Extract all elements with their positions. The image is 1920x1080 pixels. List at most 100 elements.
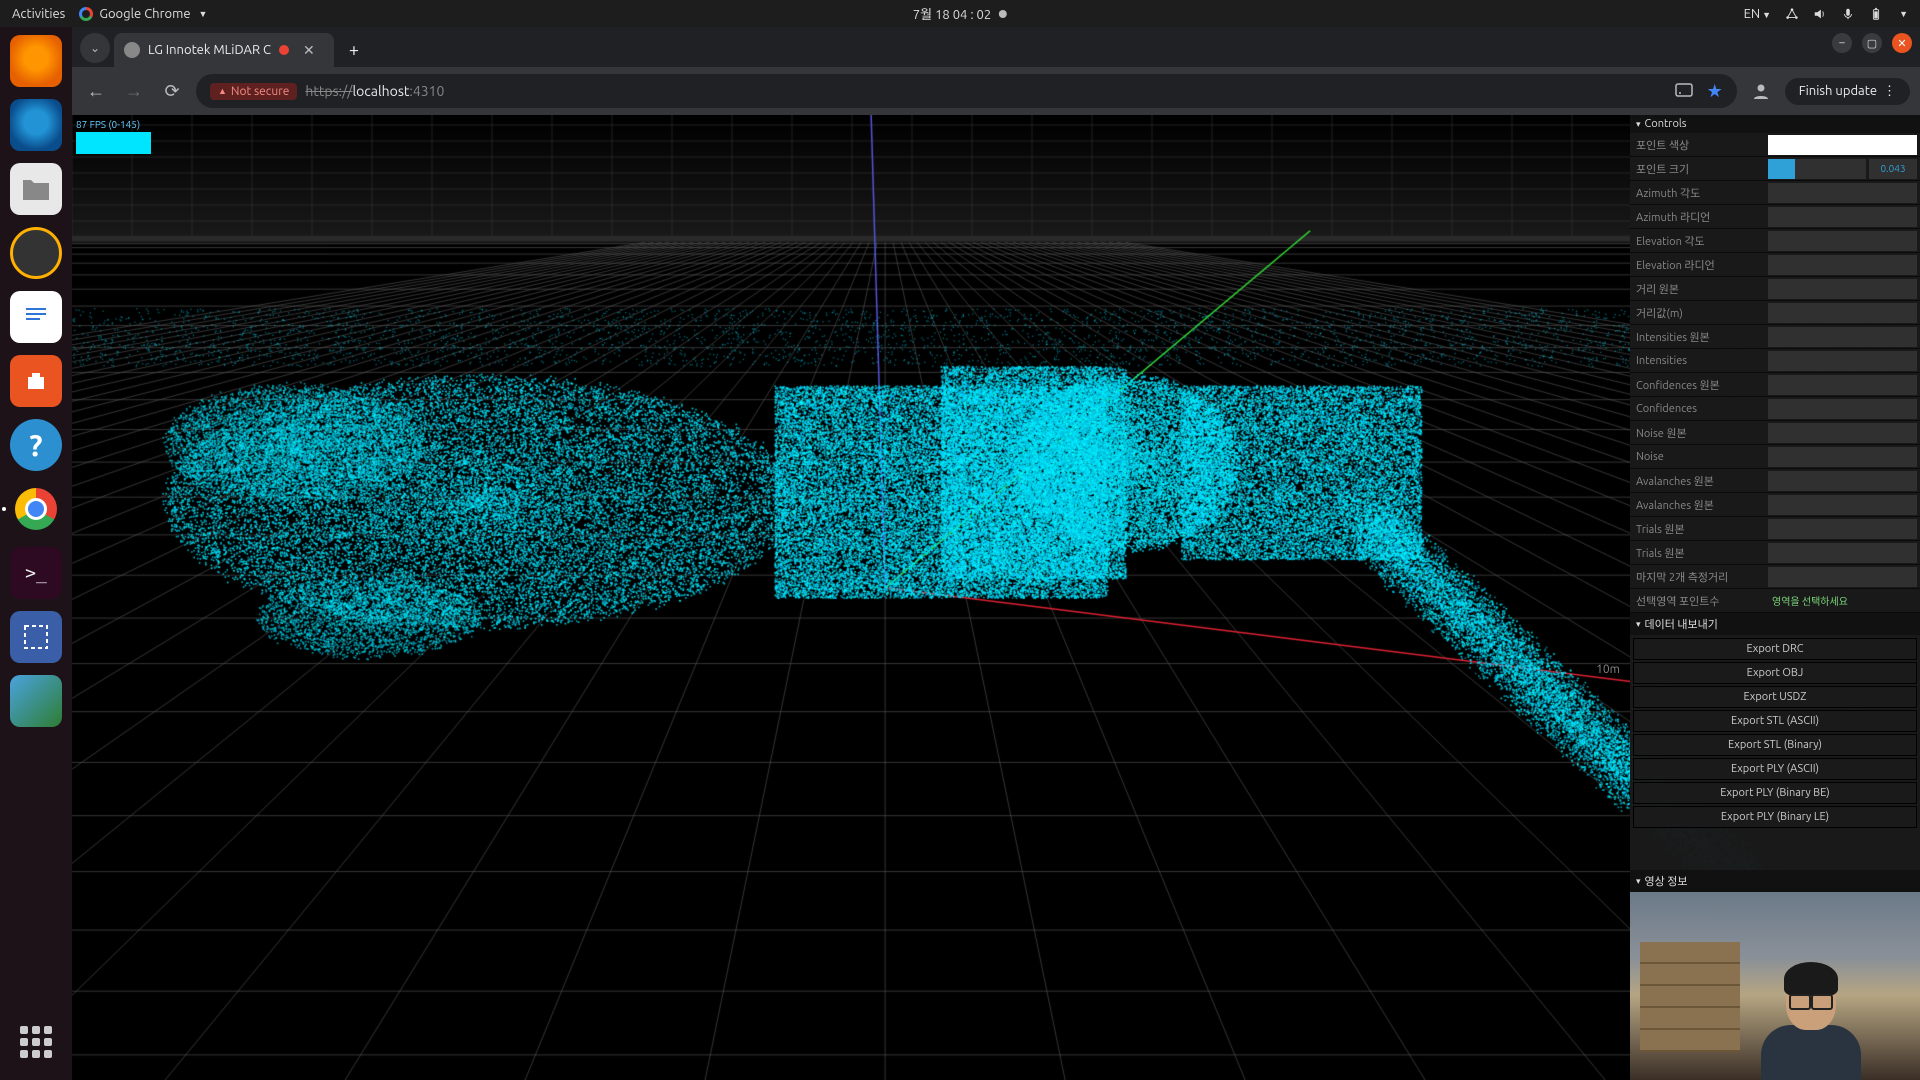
forward-button[interactable]: → (120, 77, 148, 105)
export-button[interactable]: Export USDZ (1633, 686, 1917, 708)
bookmark-star-icon[interactable]: ★ (1707, 81, 1723, 102)
controls-header[interactable]: Controls (1630, 115, 1920, 133)
network-icon[interactable] (1785, 7, 1799, 21)
control-row: Elevation 라디언 (1630, 253, 1920, 277)
control-row: Confidences 원본 (1630, 373, 1920, 397)
dock-terminal[interactable]: >_ (10, 547, 62, 599)
back-button[interactable]: ← (82, 77, 110, 105)
control-row: Avalanches 원본 (1630, 493, 1920, 517)
battery-icon[interactable] (1869, 7, 1883, 21)
window-maximize-button[interactable]: ▢ (1862, 33, 1882, 53)
gnome-top-bar: Activities Google Chrome ▼ 7월 18 04 : 02… (0, 0, 1920, 27)
app-indicator[interactable]: Google Chrome ▼ (79, 7, 207, 21)
fps-overlay: 87 FPS (0-145) (76, 119, 151, 154)
chrome-icon (79, 7, 93, 21)
fps-text: 87 FPS (0-145) (76, 119, 151, 130)
control-row: Trials 원본 (1630, 541, 1920, 565)
webcam-panel: 영상 정보 (1630, 870, 1920, 1080)
finish-update-button[interactable]: Finish update⋮ (1785, 78, 1910, 105)
dock-thunderbird[interactable] (10, 99, 62, 151)
dock-libreoffice[interactable] (10, 291, 62, 343)
control-row-color[interactable]: 포인트 색상 (1630, 133, 1920, 157)
control-row: 거리값(m) (1630, 301, 1920, 325)
control-label: 포인트 크기 (1630, 161, 1765, 177)
control-label: Noise 원본 (1630, 425, 1765, 441)
control-row: Intensities (1630, 349, 1920, 373)
fps-graph (76, 132, 151, 154)
export-button[interactable]: Export OBJ (1633, 662, 1917, 684)
browser-toolbar: ← → ⟳ Not secure https://localhost:4310 … (72, 67, 1920, 115)
control-label: Trials 원본 (1630, 545, 1765, 561)
dock-files[interactable] (10, 163, 62, 215)
dock: ? >_ (0, 27, 72, 1080)
profile-button[interactable] (1747, 77, 1775, 105)
control-label: 거리 원본 (1630, 281, 1765, 297)
control-row-last-dist: 마지막 2개 측정거리 (1630, 565, 1920, 589)
control-label: 포인트 색상 (1630, 137, 1765, 153)
chrome-window: ⌄ LG Innotek MLiDAR C ✕ + – ▢ ✕ ← → ⟳ No… (72, 27, 1920, 1080)
control-row: Azimuth 각도 (1630, 181, 1920, 205)
screencast-icon[interactable] (1675, 83, 1693, 100)
dock-image-viewer[interactable] (10, 675, 62, 727)
webcam-header[interactable]: 영상 정보 (1630, 870, 1920, 892)
chevron-down-icon: ▼ (199, 9, 208, 19)
tab-close-button[interactable]: ✕ (303, 42, 315, 59)
control-label: Elevation 각도 (1630, 233, 1765, 249)
dock-chrome[interactable] (10, 483, 62, 535)
clock-label[interactable]: 7월 18 04 : 02 (913, 4, 991, 23)
control-label: Noise (1630, 451, 1765, 463)
dock-firefox[interactable] (10, 35, 62, 87)
new-tab-button[interactable]: + (340, 36, 368, 64)
control-row-point-size[interactable]: 포인트 크기 0.043 (1630, 157, 1920, 181)
control-label: Intensities 원본 (1630, 329, 1765, 345)
lidar-viewport[interactable]: 87 FPS (0-145) 10m Controls 포인트 색상 포인트 크… (72, 115, 1920, 1080)
export-button[interactable]: Export PLY (Binary LE) (1633, 806, 1917, 828)
control-label: Elevation 라디언 (1630, 257, 1765, 273)
dock-software[interactable] (10, 355, 62, 407)
system-menu-chevron-icon[interactable]: ▼ (1899, 9, 1908, 19)
dock-screenshot[interactable] (10, 611, 62, 663)
tab-title-label: LG Innotek MLiDAR C (148, 43, 271, 57)
control-label: 거리값(m) (1630, 305, 1765, 321)
apps-grid-button[interactable] (16, 1022, 56, 1062)
control-label: Confidences 원본 (1630, 377, 1765, 393)
browser-tab[interactable]: LG Innotek MLiDAR C ✕ (114, 33, 334, 67)
recording-indicator-icon (279, 45, 289, 55)
window-close-button[interactable]: ✕ (1892, 33, 1912, 53)
url-text: https://localhost:4310 (305, 83, 444, 99)
control-row: Intensities 원본 (1630, 325, 1920, 349)
control-label: Intensities (1630, 355, 1765, 367)
reload-button[interactable]: ⟳ (158, 77, 186, 105)
control-label: Azimuth 각도 (1630, 185, 1765, 201)
control-row: Trials 원본 (1630, 517, 1920, 541)
export-header[interactable]: 데이터 내보내기 (1630, 613, 1920, 635)
control-label: Avalanches 원본 (1630, 473, 1765, 489)
tab-search-button[interactable]: ⌄ (80, 33, 110, 63)
control-row: Noise (1630, 445, 1920, 469)
volume-icon[interactable] (1813, 7, 1827, 21)
not-secure-badge[interactable]: Not secure (210, 83, 297, 100)
export-button[interactable]: Export DRC (1633, 638, 1917, 660)
control-label: Azimuth 라디언 (1630, 209, 1765, 225)
app-name-label: Google Chrome (99, 7, 190, 21)
activities-button[interactable]: Activities (12, 7, 65, 21)
lang-indicator[interactable]: EN▼ (1744, 7, 1772, 21)
export-button[interactable]: Export STL (ASCII) (1633, 710, 1917, 732)
export-button[interactable]: Export PLY (Binary BE) (1633, 782, 1917, 804)
export-button[interactable]: Export PLY (ASCII) (1633, 758, 1917, 780)
window-minimize-button[interactable]: – (1832, 33, 1852, 53)
control-row: Avalanches 원본 (1630, 469, 1920, 493)
control-label: Confidences (1630, 403, 1765, 415)
dock-rhythmbox[interactable] (10, 227, 62, 279)
dock-help[interactable]: ? (10, 419, 62, 471)
control-row: 거리 원본 (1630, 277, 1920, 301)
mic-icon[interactable] (1841, 7, 1855, 21)
notification-dot-icon (999, 10, 1007, 18)
control-row: Noise 원본 (1630, 421, 1920, 445)
webcam-feed (1630, 892, 1920, 1080)
control-row: Elevation 각도 (1630, 229, 1920, 253)
export-button[interactable]: Export STL (Binary) (1633, 734, 1917, 756)
address-bar[interactable]: Not secure https://localhost:4310 ★ (196, 74, 1737, 108)
point-size-value[interactable]: 0.043 (1869, 159, 1917, 179)
control-label: Trials 원본 (1630, 521, 1765, 537)
